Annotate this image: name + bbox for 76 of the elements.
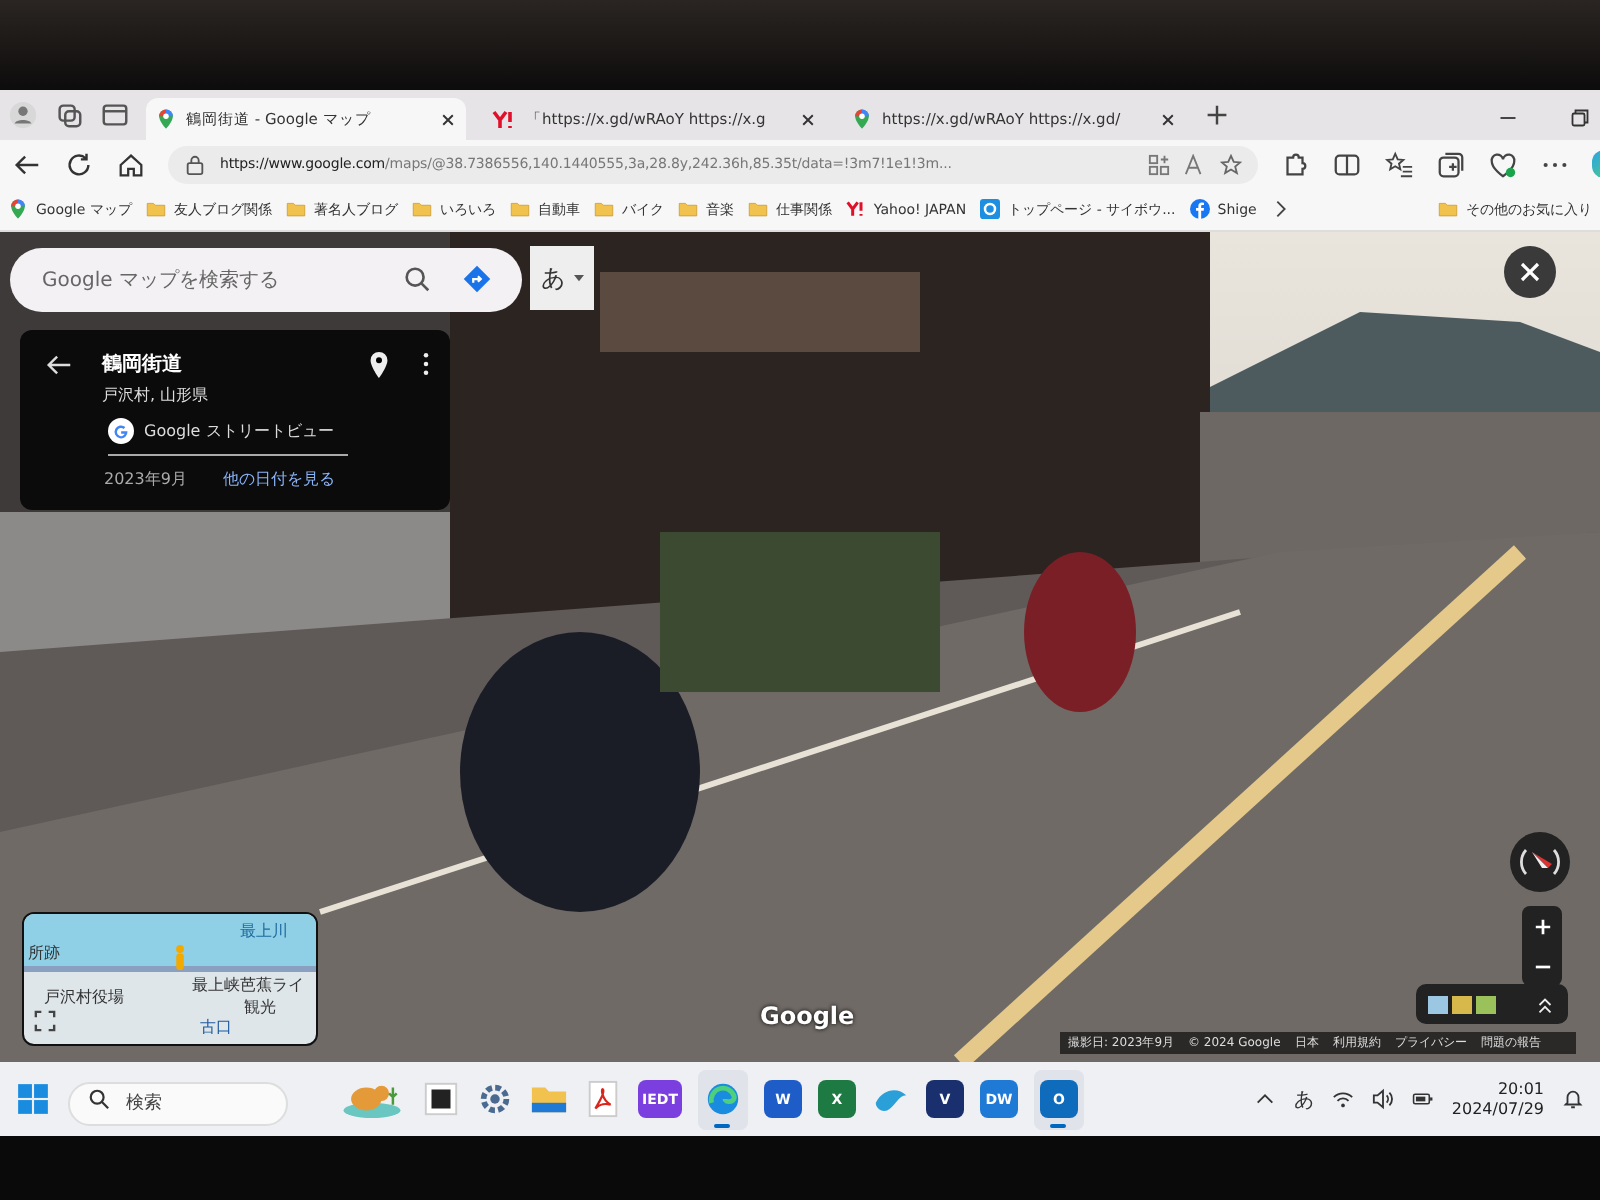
- star-icon[interactable]: [1220, 153, 1242, 175]
- map-label: 最上川: [240, 920, 288, 942]
- folder-icon: [747, 198, 768, 220]
- place-subtitle: 戸沢村, 山形県: [102, 384, 211, 406]
- home-icon[interactable]: [116, 149, 146, 179]
- expand-icon[interactable]: [1534, 993, 1556, 1015]
- map-label: 戸沢村役場: [44, 986, 124, 1008]
- google-g-icon: [108, 418, 134, 444]
- close-icon: [1520, 262, 1540, 282]
- minimap[interactable]: 最上川 所跡 戸沢村役場 最上峡芭蕉ライ 観光 古口: [22, 912, 318, 1046]
- map-pin-icon: [8, 198, 28, 220]
- zoom-in-icon[interactable]: [1533, 917, 1551, 935]
- new-tab-icon[interactable]: [1202, 100, 1232, 130]
- folder-icon: [411, 198, 432, 220]
- battery-icon[interactable]: [1411, 1088, 1434, 1110]
- bell-icon[interactable]: [1562, 1088, 1584, 1110]
- google-logo: Google: [760, 1002, 855, 1030]
- app-icon[interactable]: [422, 1080, 460, 1118]
- map-pin-icon: [156, 108, 176, 130]
- pegman-icon: [174, 942, 186, 974]
- volume-icon[interactable]: [1371, 1088, 1394, 1110]
- tab-panel-icon[interactable]: [100, 100, 130, 130]
- back-icon[interactable]: [44, 350, 74, 380]
- caret-icon: [573, 274, 583, 282]
- map-label: 最上峡芭蕉ライ: [192, 974, 304, 996]
- close-icon[interactable]: [440, 111, 456, 127]
- folder-icon: [593, 198, 614, 220]
- yahoo-icon: [492, 109, 516, 129]
- lock-icon: [184, 153, 206, 175]
- folder-icon: [1438, 198, 1458, 220]
- app-icon: [980, 198, 1001, 220]
- wifi-icon[interactable]: [1331, 1088, 1354, 1110]
- search-field[interactable]: Google マップを検索する: [10, 248, 522, 312]
- edge-icon[interactable]: [703, 1080, 742, 1118]
- refresh-icon[interactable]: [64, 149, 94, 179]
- folder-icon: [677, 198, 698, 220]
- search-icon[interactable]: [402, 264, 432, 294]
- running-indicator: [1050, 1123, 1067, 1127]
- folder-icon: [509, 198, 530, 220]
- collections-icon[interactable]: [1436, 149, 1466, 179]
- capture-date: 2023年9月: [104, 468, 187, 490]
- yahoo-icon: [845, 198, 866, 220]
- restore-icon[interactable]: [1568, 106, 1592, 130]
- taskbar-search-field[interactable]: 検索: [68, 1081, 288, 1125]
- map-label: 所跡: [28, 942, 60, 964]
- facebook-icon: [1189, 198, 1210, 220]
- close-icon[interactable]: [800, 111, 816, 127]
- windows-start-icon[interactable]: [16, 1082, 50, 1116]
- profile-icon[interactable]: [8, 100, 38, 130]
- fullscreen-icon[interactable]: [34, 1010, 56, 1032]
- input-method-button[interactable]: あ: [530, 246, 594, 310]
- folder-icon: [145, 198, 166, 220]
- browser-essentials-icon[interactable]: [1488, 149, 1518, 179]
- pdf-icon[interactable]: [584, 1080, 622, 1118]
- compass-icon[interactable]: [1510, 832, 1570, 892]
- folder-icon: [285, 198, 306, 220]
- running-indicator: [714, 1123, 731, 1127]
- read-aloud-icon[interactable]: [1184, 153, 1206, 175]
- source-label: Google ストリートビュー: [144, 420, 334, 442]
- map-label: 古口: [200, 1016, 232, 1038]
- more-icon[interactable]: [422, 350, 430, 378]
- split-screen-icon[interactable]: [1332, 149, 1362, 179]
- close-icon[interactable]: [1160, 111, 1176, 127]
- favorites-icon[interactable]: [1384, 149, 1414, 179]
- settings-icon[interactable]: [476, 1080, 514, 1118]
- clock-time[interactable]: 20:01: [1497, 1080, 1544, 1098]
- place-title: 鶴岡街道: [102, 351, 184, 378]
- clock-date[interactable]: 2024/07/29: [1451, 1100, 1544, 1118]
- apps-icon[interactable]: [1148, 153, 1170, 175]
- map-pin-icon: [852, 108, 872, 130]
- other-dates-link[interactable]: 他の日付を見る: [222, 468, 335, 490]
- map-label: 観光: [244, 996, 276, 1018]
- input-method-indicator[interactable]: あ: [1293, 1085, 1314, 1113]
- workspaces-icon[interactable]: [54, 100, 84, 130]
- layer-switcher[interactable]: [1416, 984, 1568, 1024]
- extension-icon[interactable]: [1280, 149, 1310, 179]
